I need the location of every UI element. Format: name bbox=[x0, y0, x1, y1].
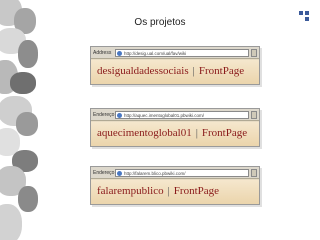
address-input[interactable]: http://falarem.blico.pbwiki.com/ bbox=[115, 169, 249, 177]
site-name-link[interactable]: falarempublico bbox=[97, 185, 164, 197]
front-page-link[interactable]: FrontPage bbox=[202, 127, 247, 139]
go-button[interactable] bbox=[251, 49, 257, 57]
decorative-collage bbox=[0, 0, 38, 240]
address-label: Address bbox=[93, 50, 112, 56]
page-header: aquecimentoglobal01 | FrontPage bbox=[91, 121, 259, 146]
address-bar: Endereço http://falarem.blico.pbwiki.com… bbox=[91, 167, 259, 179]
address-url: http://falarem.blico.pbwiki.com/ bbox=[124, 171, 186, 176]
project-screenshot-1: Address http://desig.ual.com/ual/fav/wik… bbox=[90, 46, 260, 85]
page-title: aquecimentoglobal01 | FrontPage bbox=[97, 127, 247, 139]
address-url: http://desig.ual.com/ual/fav/wiki bbox=[124, 51, 187, 56]
address-bar: Endereço http://aquec.imentoglobal01.pbw… bbox=[91, 109, 259, 121]
decorative-bullet bbox=[299, 11, 303, 15]
address-label: Endereço bbox=[93, 112, 115, 118]
site-name-link[interactable]: desigualdadessociais bbox=[97, 65, 189, 77]
slide-title: Os projetos bbox=[134, 17, 186, 28]
title-separator: | bbox=[195, 127, 198, 139]
page-title: desigualdadessociais | FrontPage bbox=[97, 65, 244, 77]
front-page-link[interactable]: FrontPage bbox=[199, 65, 244, 77]
address-input[interactable]: http://desig.ual.com/ual/fav/wiki bbox=[115, 49, 249, 57]
page-header: falarempublico | FrontPage bbox=[91, 179, 259, 204]
page-title: falarempublico | FrontPage bbox=[97, 185, 219, 197]
go-button[interactable] bbox=[251, 169, 257, 177]
project-screenshot-3: Endereço http://falarem.blico.pbwiki.com… bbox=[90, 166, 260, 205]
page-icon bbox=[117, 171, 122, 176]
address-label: Endereço bbox=[93, 170, 115, 176]
page-header: desigualdadessociais | FrontPage bbox=[91, 59, 259, 84]
address-url: http://aquec.imentoglobal01.pbwiki.com/ bbox=[124, 113, 205, 118]
decorative-bullet bbox=[305, 11, 309, 15]
project-screenshot-2: Endereço http://aquec.imentoglobal01.pbw… bbox=[90, 108, 260, 147]
page-icon bbox=[117, 113, 122, 118]
go-button[interactable] bbox=[251, 111, 257, 119]
address-input[interactable]: http://aquec.imentoglobal01.pbwiki.com/ bbox=[115, 111, 249, 119]
site-name-link[interactable]: aquecimentoglobal01 bbox=[97, 127, 192, 139]
title-separator: | bbox=[167, 185, 170, 197]
front-page-link[interactable]: FrontPage bbox=[174, 185, 219, 197]
title-separator: | bbox=[192, 65, 195, 77]
address-bar: Address http://desig.ual.com/ual/fav/wik… bbox=[91, 47, 259, 59]
page-icon bbox=[117, 51, 122, 56]
